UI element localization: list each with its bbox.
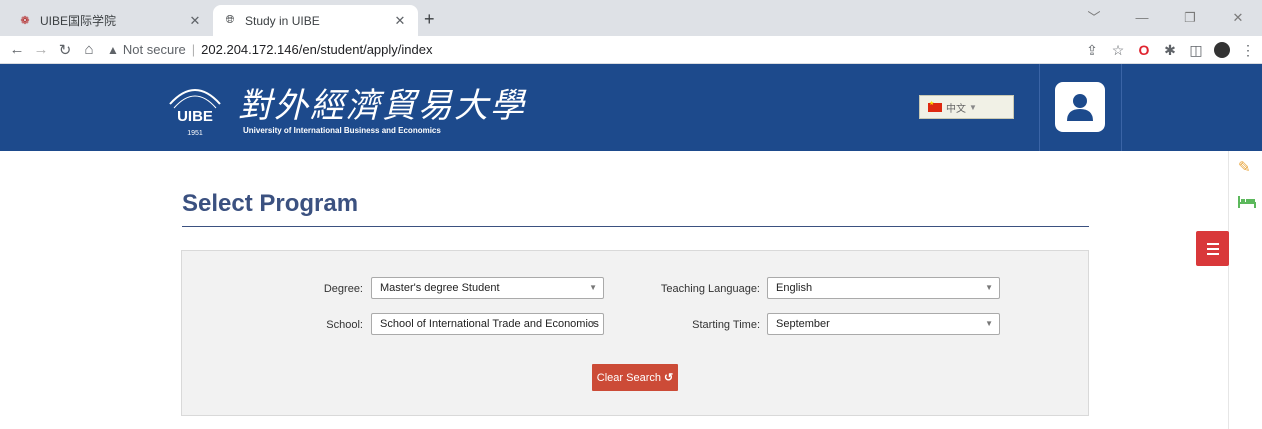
side-panel-icon[interactable]: ◫: [1188, 42, 1204, 59]
bed-icon[interactable]: [1238, 195, 1256, 212]
degree-select-value: Master's degree Student: [380, 282, 500, 294]
share-icon[interactable]: ⇪: [1084, 42, 1100, 59]
site-header: UIBE 1951 對外經濟貿易大學 University of Interna…: [0, 64, 1262, 151]
close-window-icon[interactable]: ✕: [1214, 0, 1262, 36]
header-divider: [1121, 64, 1122, 151]
language-select[interactable]: 中文 ▼: [919, 95, 1014, 119]
chevron-down-icon[interactable]: ﹀: [1070, 0, 1118, 36]
uibe-favicon-icon: ❁: [20, 15, 30, 27]
title-divider: [182, 226, 1089, 227]
language-select-value: 中文: [946, 103, 966, 115]
caret-down-icon: ▼: [985, 319, 993, 328]
menu-bar: [1206, 252, 1219, 255]
edit-icon[interactable]: ✎: [1238, 158, 1251, 176]
warning-icon: ▲: [107, 42, 119, 57]
starting-time-select[interactable]: September ▼: [767, 313, 1000, 335]
forward-icon[interactable]: →: [29, 41, 53, 58]
bookmark-star-icon[interactable]: ☆: [1110, 42, 1126, 59]
back-icon[interactable]: ←: [5, 41, 29, 58]
tab-title: UIBE国际学院: [40, 14, 117, 28]
profile-avatar-icon[interactable]: [1214, 42, 1230, 58]
degree-select[interactable]: Master's degree Student ▼: [371, 277, 604, 299]
browser-tab-bar: ❁ UIBE国际学院 ✕ 🌐︎ Study in UIBE ✕ + ﹀ — ❐ …: [0, 0, 1262, 36]
logo-year: 1951: [187, 130, 203, 137]
close-tab-icon[interactable]: ✕: [187, 13, 203, 29]
school-label: School:: [326, 319, 363, 331]
right-rail: [1228, 151, 1262, 429]
caret-down-icon: ▼: [589, 283, 597, 292]
close-tab-icon[interactable]: ✕: [392, 13, 408, 29]
minimize-icon[interactable]: —: [1118, 0, 1166, 36]
browser-tab-uibe-international[interactable]: ❁ UIBE国际学院 ✕: [8, 5, 213, 36]
teaching-language-select[interactable]: English ▼: [767, 277, 1000, 299]
home-icon[interactable]: ⌂: [77, 41, 101, 58]
caret-down-icon: ▼: [969, 102, 977, 112]
more-menu-icon[interactable]: ⋮: [1240, 42, 1256, 59]
menu-bar: [1206, 242, 1219, 245]
school-select[interactable]: School of International Trade and Econom…: [371, 313, 604, 335]
undo-icon: ↺: [663, 372, 674, 384]
url-text: 202.204.172.146/en/student/apply/index: [201, 42, 433, 57]
opera-extension-icon[interactable]: O: [1136, 42, 1152, 58]
page-title: Select Program: [182, 190, 359, 217]
user-icon: [1067, 94, 1093, 121]
logo-english-name: University of International Business and…: [243, 126, 441, 135]
extensions-puzzle-icon[interactable]: ✱: [1162, 42, 1178, 59]
degree-label: Degree:: [323, 283, 363, 295]
logo-chinese-name: 對外經濟貿易大學: [238, 86, 526, 126]
hamburger-menu-button[interactable]: [1196, 231, 1229, 266]
address-separator: |: [191, 42, 196, 57]
toolbar-actions: ⇪ ☆ O ✱ ◫ ⋮: [1084, 36, 1256, 64]
bed-svg: [1238, 196, 1256, 208]
window-controls: ﹀ — ❐ ✕: [1070, 0, 1262, 36]
uibe-emblem-icon: UIBE 1951: [169, 89, 221, 137]
clear-search-button[interactable]: Clear Search ↺: [592, 364, 678, 391]
globe-icon: 🌐︎: [225, 14, 235, 26]
clear-search-label: Clear Search: [596, 371, 661, 384]
caret-down-icon: ▼: [985, 283, 993, 292]
header-divider: [1039, 64, 1040, 151]
address-bar[interactable]: ▲ Not secure | 202.204.172.146/en/studen…: [107, 38, 1107, 62]
caret-down-icon: ▼: [589, 319, 597, 328]
school-select-value: School of International Trade and Econom…: [380, 318, 599, 330]
logo-abbr: UIBE: [177, 108, 213, 125]
teaching-language-select-value: English: [776, 282, 813, 294]
browser-tab-study-in-uibe[interactable]: 🌐︎ Study in UIBE ✕: [213, 5, 418, 36]
tab-title: Study in UIBE: [245, 13, 320, 28]
browser-toolbar: ← → ↻ ⌂ ▲ Not secure | 202.204.172.146/e…: [0, 36, 1262, 64]
menu-bar: [1206, 247, 1219, 250]
starting-time-select-value: September: [776, 318, 830, 330]
reload-icon[interactable]: ↻: [53, 41, 77, 59]
china-flag-icon: [928, 100, 942, 112]
security-label: Not secure: [122, 42, 186, 57]
restore-icon[interactable]: ❐: [1166, 0, 1214, 36]
user-account-button[interactable]: [1055, 82, 1105, 132]
starting-time-label: Starting Time:: [692, 319, 760, 331]
new-tab-icon[interactable]: +: [424, 9, 435, 30]
teaching-language-label: Teaching Language:: [660, 283, 760, 295]
